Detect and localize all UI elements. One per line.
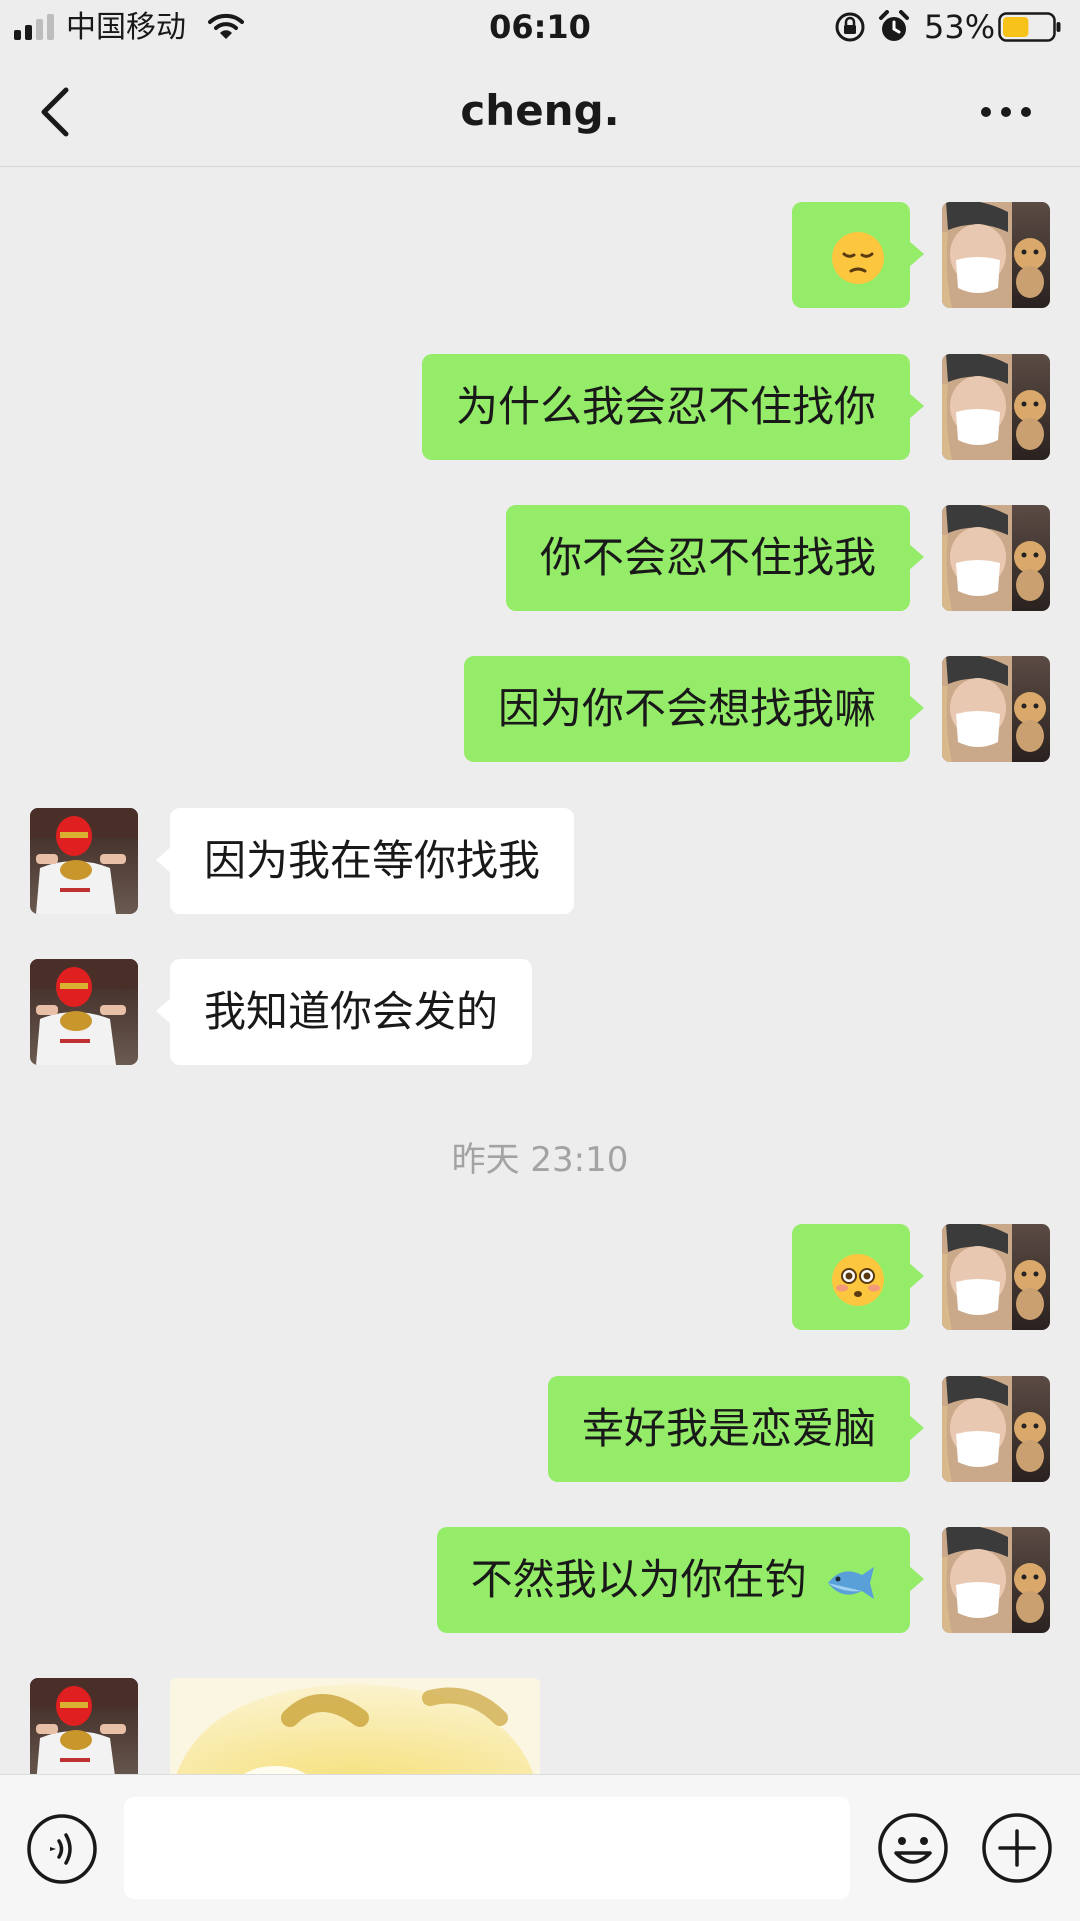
- avatar-contact[interactable]: [30, 1678, 138, 1774]
- alarm-icon: [879, 10, 909, 41]
- battery-percent: 53%: [924, 8, 996, 46]
- message-bubble-sent[interactable]: 因为你不会想找我嘛: [463, 656, 925, 762]
- message-bubble-sent[interactable]: 不然我以为你在钓: [436, 1527, 925, 1633]
- more-dots-icon[interactable]: [976, 92, 1036, 132]
- yellow-emoji-sticker-icon: [170, 1678, 540, 1774]
- message-timestamp: 昨天 23:10: [451, 1140, 629, 1180]
- chat-header: cheng.: [0, 56, 1080, 167]
- status-time: 06:10: [489, 8, 591, 46]
- smiley-icon[interactable]: [876, 1811, 950, 1885]
- avatar-me[interactable]: [942, 1527, 1050, 1633]
- message-bubble-sent[interactable]: 幸好我是恋爱脑: [547, 1376, 925, 1482]
- avatar-me[interactable]: [942, 505, 1050, 611]
- message-bubble-received[interactable]: 我知道你会发的: [155, 959, 533, 1065]
- status-bar: 中国移动 06:10 53%: [0, 0, 1080, 56]
- message-bubble-sent[interactable]: [792, 202, 924, 308]
- chat-title: cheng.: [460, 86, 620, 135]
- message-bubble-received[interactable]: 因为我在等你找我: [155, 808, 575, 914]
- fish-icon: [828, 1566, 874, 1599]
- battery-icon: [998, 12, 1061, 42]
- flushed-face-icon: [832, 1253, 884, 1306]
- message-bubble-sent[interactable]: [792, 1224, 924, 1330]
- message-text: 不然我以为你在钓: [470, 1555, 807, 1604]
- voice-icon[interactable]: [26, 1813, 98, 1885]
- avatar-contact[interactable]: [30, 959, 138, 1065]
- message-bubble-sent[interactable]: 你不会忍不住找我: [505, 505, 925, 611]
- message-input[interactable]: [124, 1797, 850, 1899]
- avatar-me[interactable]: [942, 202, 1050, 308]
- avatar-me[interactable]: [942, 656, 1050, 762]
- avatar-contact[interactable]: [30, 808, 138, 914]
- message-list[interactable]: 为什么我会忍不住找你 你不会忍不住找我 因为你不会想找我嘛 因为我在等你找我 我…: [0, 166, 1080, 1774]
- plus-icon[interactable]: [980, 1811, 1054, 1885]
- message-bubble-sent[interactable]: 为什么我会忍不住找你: [421, 354, 925, 460]
- avatar-me[interactable]: [942, 354, 1050, 460]
- pensive-face-icon: [832, 231, 884, 284]
- rotation-lock-icon: [835, 12, 865, 42]
- avatar-me[interactable]: [942, 1376, 1050, 1482]
- sticker-image[interactable]: [170, 1678, 540, 1774]
- input-bar: [0, 1774, 1080, 1921]
- avatar-me[interactable]: [942, 1224, 1050, 1330]
